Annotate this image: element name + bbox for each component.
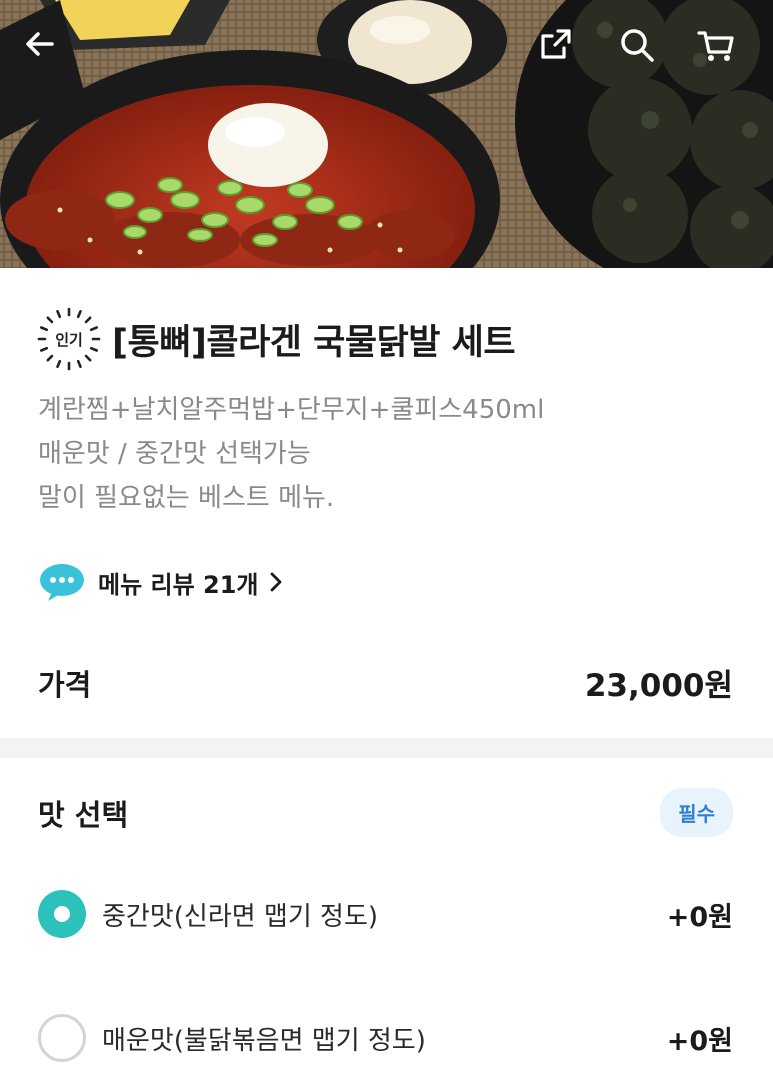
option-section-header: 맛 선택 필수 xyxy=(38,788,733,837)
popular-badge-label: 인기 xyxy=(55,330,83,349)
option-section-title: 맛 선택 xyxy=(38,797,129,832)
chevron-right-icon xyxy=(270,572,281,592)
cart-button[interactable] xyxy=(696,26,748,78)
description-line: 매운맛 / 중간맛 선택가능 xyxy=(38,439,311,469)
review-count-label: 메뉴 리뷰 21개 xyxy=(98,570,259,599)
back-button[interactable] xyxy=(22,26,74,78)
search-icon xyxy=(621,29,654,62)
menu-review-link[interactable]: 메뉴 리뷰 21개 xyxy=(38,562,283,602)
option-medium-spicy[interactable]: 중간맛(신라면 맵기 정도) +0원 xyxy=(38,890,733,938)
description-line: 말이 필요없는 베스트 메뉴. xyxy=(38,483,335,513)
share-button[interactable] xyxy=(538,26,590,78)
radio-unselected[interactable] xyxy=(38,1014,86,1062)
price-label: 가격 xyxy=(38,667,92,702)
required-badge: 필수 xyxy=(660,788,733,837)
speech-bubble-icon xyxy=(40,564,84,601)
section-divider xyxy=(0,738,773,758)
price-value: 23,000원 xyxy=(584,668,733,704)
back-arrow-icon xyxy=(26,32,54,56)
option-price: +0원 xyxy=(666,1025,733,1057)
option-label: 매운맛(불닭볶음면 맵기 정도) xyxy=(102,1025,426,1056)
price-row: 가격 23,000원 xyxy=(38,660,733,705)
product-photo xyxy=(0,0,773,268)
share-icon xyxy=(541,29,571,59)
option-very-spicy[interactable]: 매운맛(불닭볶음면 맵기 정도) +0원 xyxy=(38,1014,733,1062)
product-title: [통뼈]콜라겐 국물닭발 세트 xyxy=(112,322,516,363)
title-row: 인기 [통뼈]콜라겐 국물닭발 세트 xyxy=(36,306,516,372)
cart-icon xyxy=(697,31,734,61)
search-button[interactable] xyxy=(618,26,670,78)
product-description: 계란찜+날치알주먹밥+단무지+쿨피스450ml 매운맛 / 중간맛 선택가능 말… xyxy=(38,388,738,520)
option-label: 중간맛(신라면 맵기 정도) xyxy=(102,901,379,932)
description-line: 계란찜+날치알주먹밥+단무지+쿨피스450ml xyxy=(38,395,545,425)
popular-badge: 인기 xyxy=(36,306,102,372)
radio-selected[interactable] xyxy=(38,890,86,938)
top-navigation-bar xyxy=(0,0,773,106)
option-price: +0원 xyxy=(666,901,733,933)
